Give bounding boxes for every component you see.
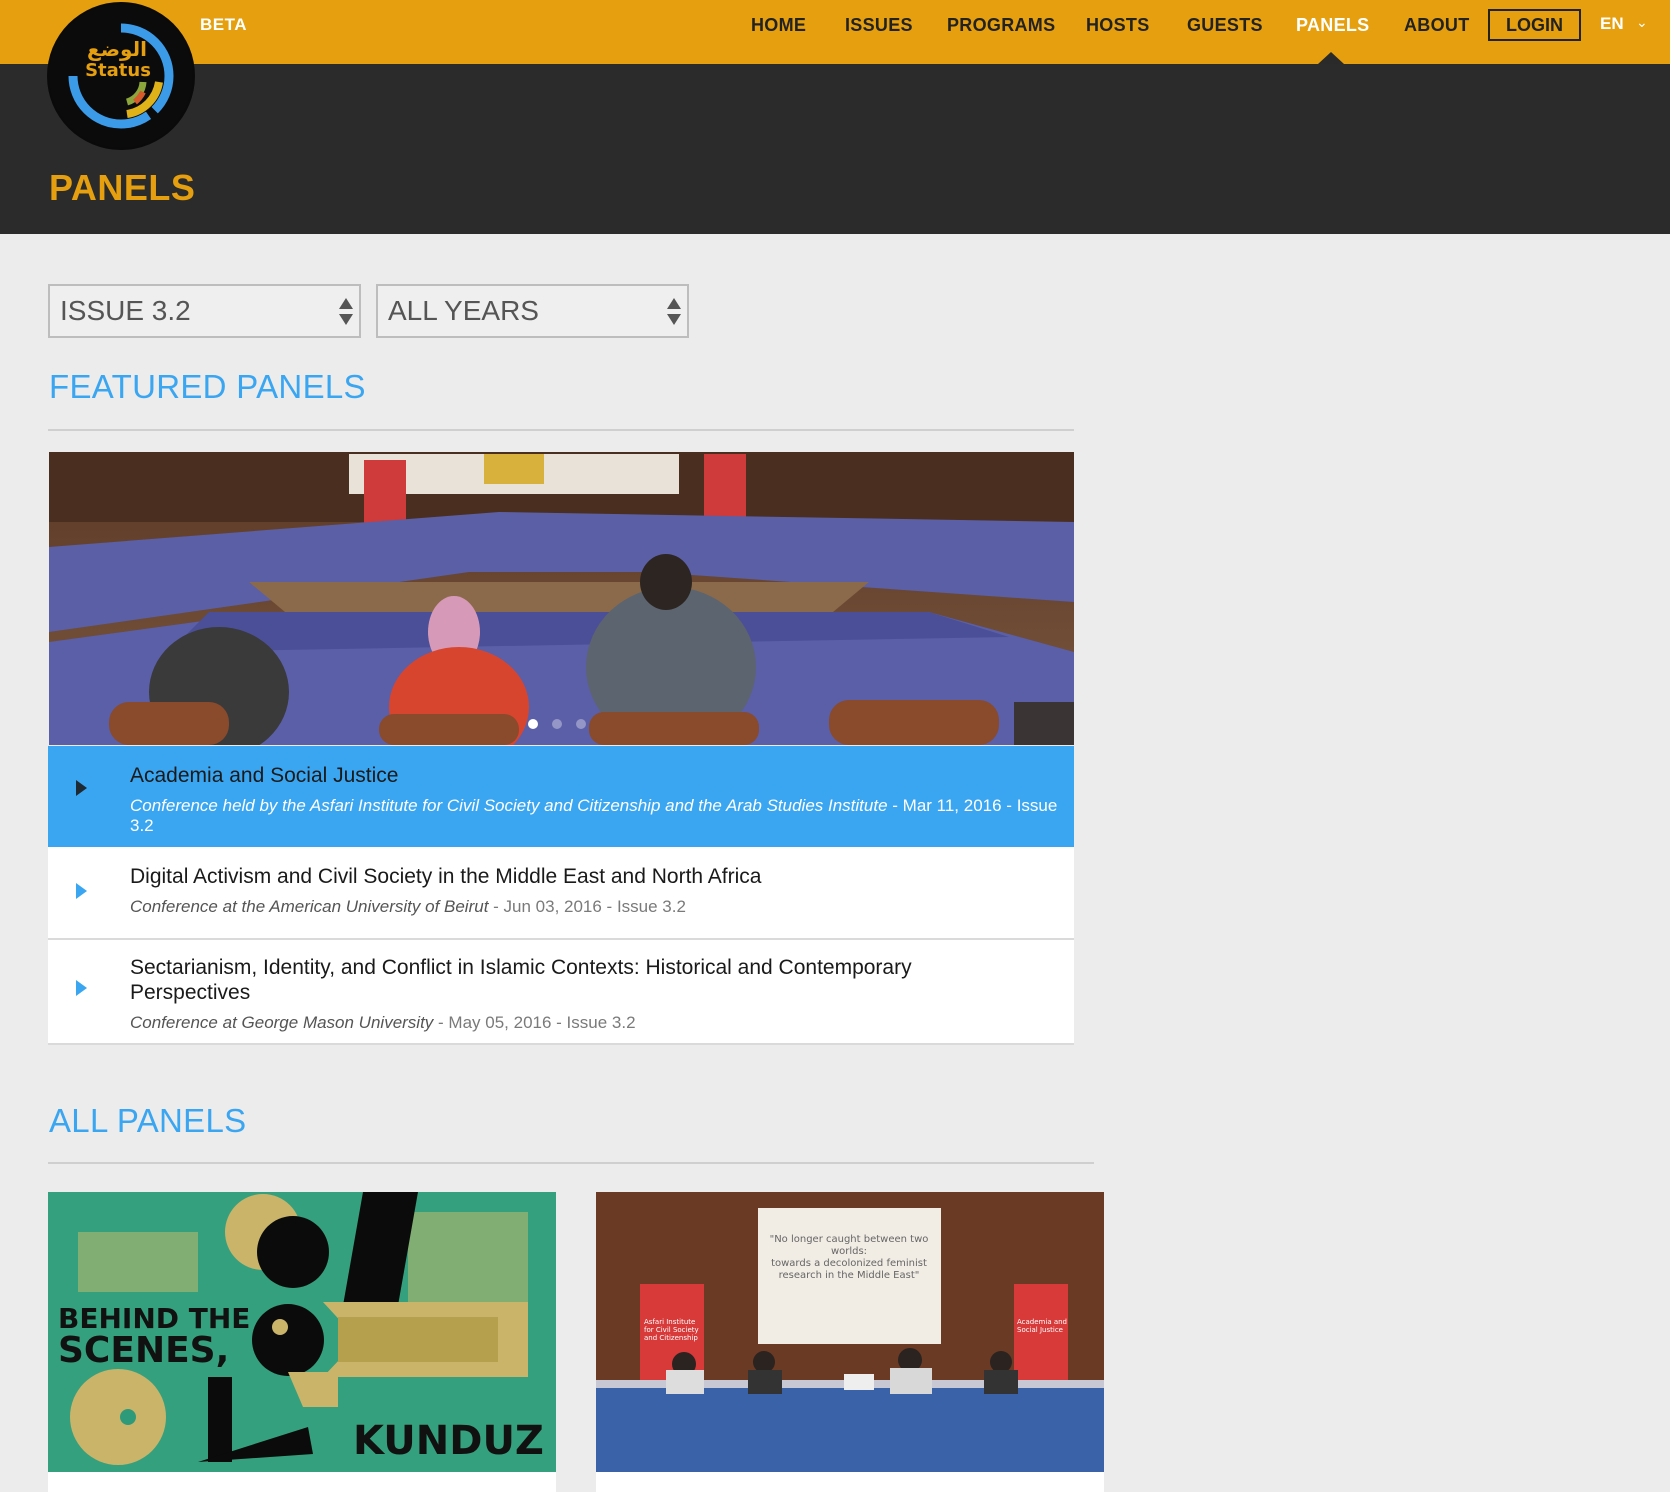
featured-panels-heading: FEATURED PANELS <box>49 368 366 405</box>
panel-date: - Jun 03, 2016 - <box>488 897 617 916</box>
issue-filter-select[interactable]: ISSUE 3.2 <box>48 284 361 338</box>
nav-programs[interactable]: PROGRAMS <box>947 15 1055 36</box>
play-icon <box>76 883 87 899</box>
rollup-text: and Citizenship <box>644 1334 698 1342</box>
panel-card[interactable]: BEHIND THE SCENES, KUNDUZ <box>48 1192 556 1492</box>
banner-text: research in the Middle East" <box>779 1270 920 1281</box>
featured-panel-item[interactable]: Sectarianism, Identity, and Conflict in … <box>48 940 1074 1045</box>
slider-dot-2[interactable] <box>552 719 562 729</box>
card-image-text: KUNDUZ <box>353 1418 544 1464</box>
featured-panel-meta: Conference at George Mason University - … <box>130 1013 1065 1033</box>
card-image-text: SCENES, <box>58 1330 229 1371</box>
year-filter-value: ALL YEARS <box>388 295 539 326</box>
language-selector[interactable]: EN <box>1600 14 1624 34</box>
nav-home[interactable]: HOME <box>751 15 806 36</box>
all-panels-heading: ALL PANELS <box>49 1102 247 1139</box>
rollup-text: Social Justice <box>1017 1326 1063 1334</box>
panel-issue: Issue 3.2 <box>616 897 686 916</box>
panel-venue: Conference at the American University of… <box>130 897 489 916</box>
panel-venue: Conference at George Mason University <box>130 1013 434 1032</box>
page-title: PANELS <box>49 167 196 208</box>
nav-panels[interactable]: PANELS <box>1296 15 1369 36</box>
rollup-text: Academia and <box>1017 1318 1067 1326</box>
panel-issue: Issue 3.2 <box>566 1013 636 1032</box>
section-divider <box>48 429 1074 431</box>
section-divider <box>48 1162 1094 1164</box>
banner-text: worlds: <box>831 1246 867 1257</box>
featured-panel-meta: Conference at the American University of… <box>130 897 1065 917</box>
slider-dot-1[interactable] <box>528 719 538 729</box>
chevron-down-icon[interactable]: ⌄ <box>1636 14 1648 31</box>
nav-hosts[interactable]: HOSTS <box>1086 15 1150 36</box>
year-filter-select[interactable]: ALL YEARS <box>376 284 689 338</box>
panel-card-image: BEHIND THE SCENES, KUNDUZ <box>48 1192 556 1472</box>
banner-text: "No longer caught between two <box>770 1234 929 1245</box>
select-arrows-icon <box>339 298 353 326</box>
featured-panel-item[interactable]: Digital Activism and Civil Society in th… <box>48 847 1074 940</box>
nav-about[interactable]: ABOUT <box>1404 15 1470 36</box>
slider-dot-3[interactable] <box>576 719 586 729</box>
featured-panel-item[interactable]: Academia and Social Justice Conference h… <box>48 746 1074 847</box>
top-navigation-bar: BETA HOME ISSUES PROGRAMS HOSTS GUESTS P… <box>0 0 1670 64</box>
rollup-text: for Civil Society <box>644 1326 699 1334</box>
active-nav-caret <box>1318 52 1344 64</box>
panel-date: - May 05, 2016 - <box>433 1013 567 1032</box>
logo-text-arabic: الوضع <box>87 37 147 61</box>
featured-panel-title: Digital Activism and Civil Society in th… <box>130 865 762 888</box>
login-button[interactable]: LOGIN <box>1488 9 1581 41</box>
banner-text: towards a decolonized feminist <box>771 1258 927 1269</box>
nav-guests[interactable]: GUESTS <box>1187 15 1263 36</box>
featured-panel-title: Sectarianism, Identity, and Conflict in … <box>130 956 912 1004</box>
featured-panel-meta: Conference held by the Asfari Institute … <box>130 796 1065 836</box>
panel-venue: Conference held by the Asfari Institute … <box>130 796 888 815</box>
site-logo[interactable]: الوضع Status <box>47 2 195 150</box>
beta-badge: BETA <box>200 15 248 34</box>
play-icon <box>76 780 87 796</box>
featured-panel-title: Academia and Social Justice <box>130 764 399 787</box>
rollup-text: Asfari Institute <box>644 1318 695 1326</box>
select-arrows-icon <box>667 298 681 326</box>
play-icon <box>76 980 87 996</box>
panel-card-image: "No longer caught between two worlds: to… <box>596 1192 1104 1472</box>
featured-slider-image[interactable] <box>49 452 1074 745</box>
issue-filter-value: ISSUE 3.2 <box>60 295 191 326</box>
page-header-band <box>0 64 1670 234</box>
logo-text-english: Status <box>85 60 151 81</box>
panel-date: - Mar 11, 2016 - <box>887 796 1017 815</box>
nav-issues[interactable]: ISSUES <box>845 15 913 36</box>
panel-card[interactable]: "No longer caught between two worlds: to… <box>596 1192 1104 1492</box>
